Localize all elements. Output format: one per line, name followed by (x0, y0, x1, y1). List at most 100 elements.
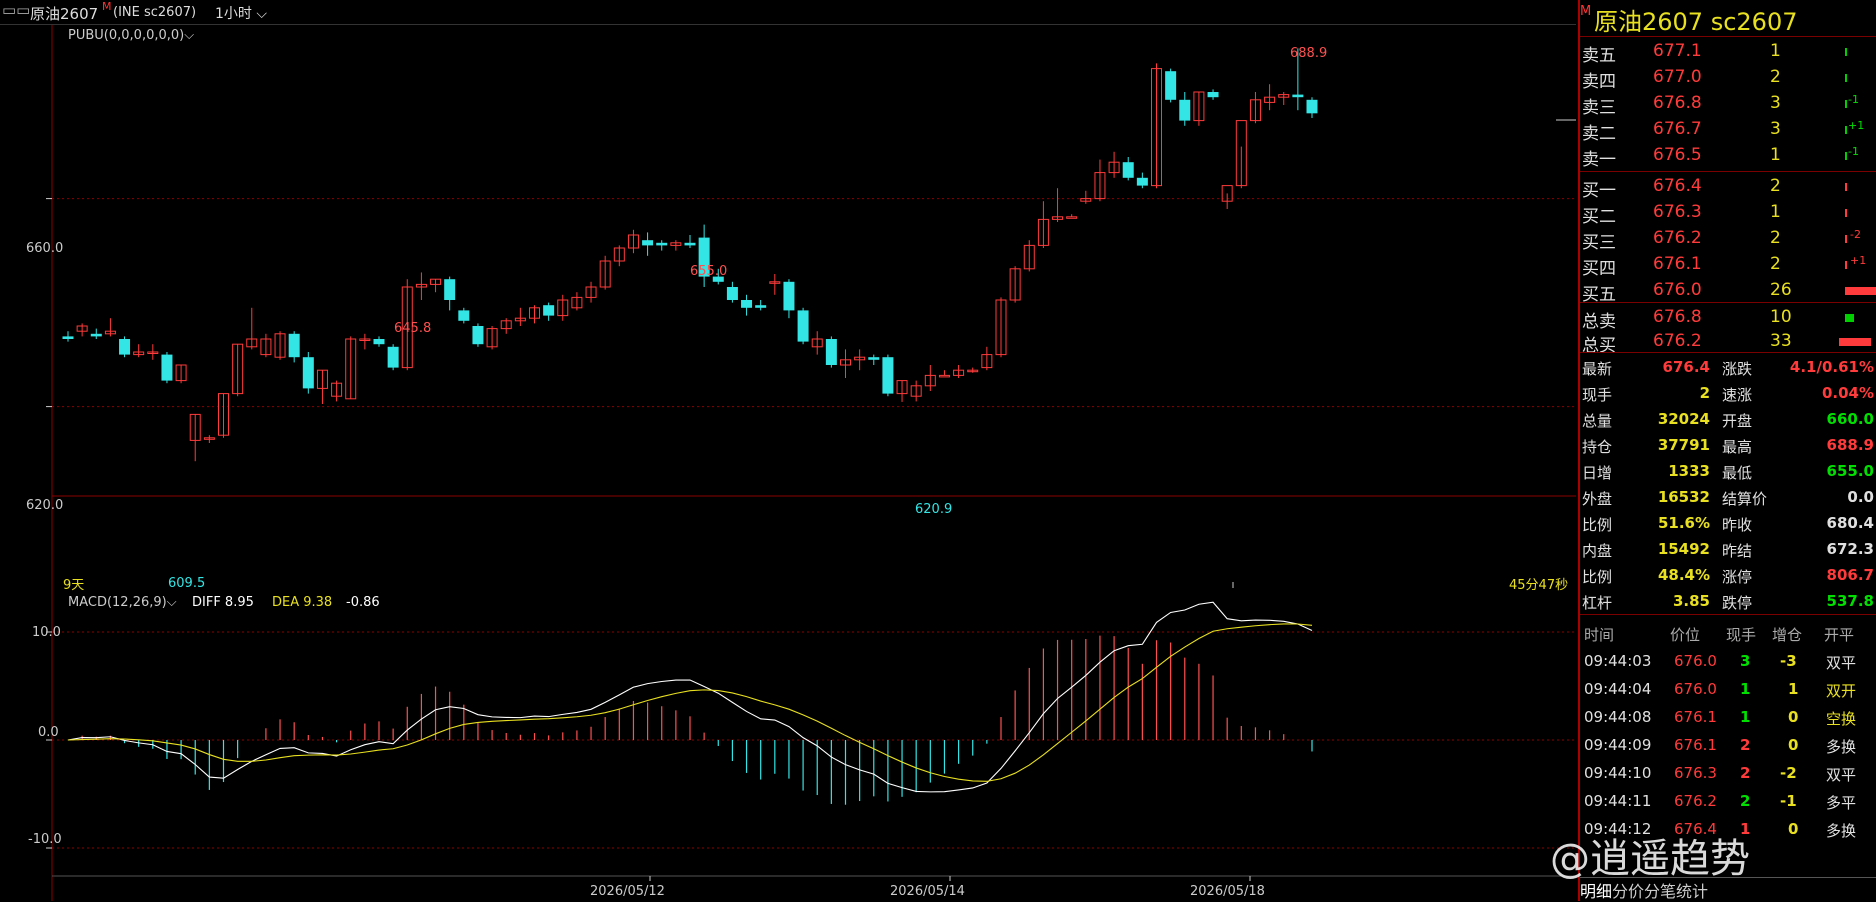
candle-body (755, 305, 767, 308)
panel-title: M 原油2607 sc2607 (1580, 2, 1798, 37)
trade-header-cell: 时间 (1584, 626, 1615, 644)
stat-row: 最新 676.4 涨跌 4.1/0.61% (1580, 356, 1876, 382)
stat-label: 昨收 (1722, 516, 1753, 534)
ask-row[interactable]: 卖二 676.7 3 +1 (1580, 117, 1876, 144)
stat-label: 最高 (1722, 438, 1753, 456)
trade-time: 09:44:04 (1584, 680, 1652, 698)
trade-time: 09:44:03 (1584, 652, 1652, 670)
window-icon[interactable]: ▭▭ (2, 1, 30, 19)
trade-row: 09:44:11 676.2 2 -1 多平 (1580, 790, 1876, 816)
tab-detail[interactable]: 明细 (1580, 882, 1612, 901)
bid-row[interactable]: 买四 676.1 2 +1 (1580, 252, 1876, 279)
macd-selector[interactable]: MACD(12,26,9)⌵ (68, 595, 177, 610)
quote-panel: M 原油2607 sc2607 卖五 677.1 1 卖四 677.0 2 卖三 676.8 3 -… (1578, 0, 1876, 901)
ask-row[interactable]: 卖一 676.5 1 -1 (1580, 143, 1876, 170)
stat-label: 现手 (1582, 386, 1613, 404)
stat-value: 660.0 (1826, 410, 1874, 428)
total-volume: 10 (1770, 307, 1792, 327)
ask-row[interactable]: 卖五 677.1 1 (1580, 39, 1876, 66)
trade-row: 09:44:09 676.1 2 0 多换 (1580, 734, 1876, 760)
indicator-selector[interactable]: PUBU(0,0,0,0,0,0)⌵ (68, 28, 194, 43)
bid-price: 676.4 (1653, 176, 1702, 196)
bid-volume-bar (1845, 235, 1847, 243)
candle-body (543, 305, 555, 316)
candle-body (373, 339, 385, 345)
tab-stats[interactable]: 统计 (1676, 882, 1708, 901)
ask-row[interactable]: 卖四 677.0 2 (1580, 65, 1876, 92)
candle-body (726, 287, 738, 300)
candle-body (741, 300, 753, 308)
trade-row: 09:44:03 676.0 3 -3 双平 (1580, 650, 1876, 676)
dea-label: DEA 9.38 (272, 595, 333, 610)
panel-title-text: 原油2607 sc2607 (1594, 8, 1798, 36)
stat-label: 最低 (1722, 464, 1753, 482)
trade-price: 676.0 (1674, 680, 1717, 698)
stat-label: 比例 (1582, 516, 1613, 534)
candle-body (1165, 71, 1177, 100)
chevron-down-icon: ⌵ (251, 6, 267, 22)
bid-row[interactable]: 买五676.026+1 (1580, 278, 1876, 305)
candle-body (1122, 162, 1134, 178)
trade-row: 09:44:04 676.0 1 1 双开 (1580, 678, 1876, 704)
stat-row: 总量 32024 开盘 660.0 (1580, 408, 1876, 434)
bid-volume: 2 (1770, 228, 1781, 248)
ask-label: 卖一 (1582, 150, 1616, 170)
stat-value: 688.9 (1826, 436, 1874, 454)
bid-row[interactable]: 买二 676.3 1 (1580, 200, 1876, 227)
stat-row: 日增 1333 最低 655.0 (1580, 460, 1876, 486)
date-label-0518: 2026/05/18 (1190, 884, 1265, 899)
stat-row: 比例 48.4% 涨停 806.7 (1580, 564, 1876, 590)
tab-tick[interactable]: 分笔 (1644, 882, 1676, 901)
trade-oi: 0 (1788, 820, 1799, 838)
ask-volume: 3 (1770, 119, 1781, 139)
candle-body (458, 310, 470, 321)
diff-label: DIFF 8.95 (192, 595, 254, 610)
trade-type: 双平 (1826, 654, 1857, 672)
trade-type: 多换 (1826, 738, 1857, 756)
bid-price: 676.0 (1653, 280, 1702, 300)
candle-body (882, 357, 894, 394)
days-label: 9天 (63, 578, 85, 593)
divider (1580, 36, 1876, 37)
trade-row: 09:44:10 676.3 2 -2 双平 (1580, 762, 1876, 788)
candle-body (119, 339, 131, 355)
trade-qty: 2 (1740, 736, 1751, 754)
exchange-code: (INE sc2607) (113, 5, 197, 20)
chart-canvas[interactable] (0, 25, 1576, 901)
candle-body (783, 281, 795, 311)
trade-time: 09:44:11 (1584, 792, 1652, 810)
ask-volume-bar (1845, 126, 1847, 134)
bid-row[interactable]: 买三 676.2 2 -2 (1580, 226, 1876, 253)
ask-row[interactable]: 卖三 676.8 3 -1 (1580, 91, 1876, 118)
period-selector[interactable]: 1小时 ⌵ (215, 3, 267, 23)
trade-type: 双平 (1826, 766, 1857, 784)
date-label-0512: 2026/05/12 (590, 884, 665, 899)
total-bar (1845, 314, 1854, 322)
bid-volume-bar (1845, 209, 1847, 217)
ask-volume: 2 (1770, 67, 1781, 87)
total-price: 676.8 (1653, 307, 1702, 327)
watermark: @逍遥趋势 (1550, 836, 1750, 882)
macd-diff-line (67, 601, 1313, 793)
trade-oi: 1 (1788, 680, 1799, 698)
stat-value: 51.6% (1657, 514, 1710, 532)
bid-volume: 26 (1770, 280, 1792, 300)
ask-label: 卖三 (1582, 98, 1616, 118)
candle-body (1306, 99, 1318, 114)
ask-label: 卖二 (1582, 124, 1616, 144)
bid-volume: 2 (1770, 176, 1781, 196)
symbol-name: 原油2607 (30, 5, 99, 23)
ask-delta: -1 (1848, 145, 1859, 158)
ask-price: 677.1 (1653, 41, 1702, 61)
bid-row[interactable]: 买一 676.4 2 (1580, 174, 1876, 201)
ask-delta: +1 (1848, 119, 1865, 132)
chevron-down-icon: ⌵ (184, 28, 195, 43)
tab-price[interactable]: 分价 (1612, 882, 1644, 901)
ask-delta: -1 (1848, 93, 1859, 106)
low-annotation-2: 620.9 (915, 502, 953, 517)
trade-time: 09:44:10 (1584, 764, 1652, 782)
kline-chart[interactable]: PUBU(0,0,0,0,0,0)⌵ 660.0 620.0 9天 45分47秒… (0, 25, 1576, 901)
stat-label: 内盘 (1582, 542, 1613, 560)
trade-header-cell: 现手 (1726, 626, 1757, 644)
candle-body (472, 326, 484, 345)
